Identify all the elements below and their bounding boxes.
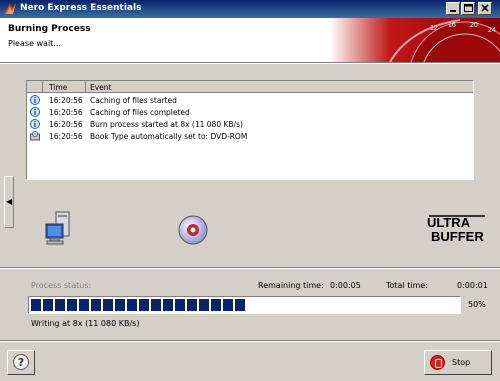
stop-button[interactable]: Stop xyxy=(424,350,492,375)
total-time-label: Total time: xyxy=(386,281,428,290)
progress-segment xyxy=(223,299,233,311)
ultrabuffer-logo-icon: ULTRA BUFFER xyxy=(427,215,485,243)
status-divider xyxy=(0,267,500,269)
process-status-label: Process status: xyxy=(31,281,92,290)
computer-icon xyxy=(45,211,70,245)
stop-icon xyxy=(430,355,445,370)
svg-text:20: 20 xyxy=(470,22,478,29)
minimize-button[interactable] xyxy=(446,2,460,15)
log-event: Burn process started at 8x (11 080 KB/s) xyxy=(90,120,243,129)
log-time: 16:20:56 xyxy=(49,96,83,105)
progress-segment xyxy=(235,299,245,311)
title-bar: Nero Express Essentials xyxy=(0,0,500,18)
column-divider xyxy=(85,81,86,92)
progress-segment xyxy=(91,299,101,311)
info-icon xyxy=(30,95,40,105)
svg-text:BUFFER: BUFFER xyxy=(431,229,484,243)
remaining-time-value: 0:00:05 xyxy=(330,281,361,290)
progress-segment xyxy=(175,299,185,311)
maximize-icon xyxy=(464,4,473,12)
window-title: Nero Express Essentials xyxy=(20,3,142,13)
header-panel: Burning Process Please wait... 12 16 20 … xyxy=(0,18,500,62)
progress-segment xyxy=(67,299,77,311)
progress-percent: 50% xyxy=(468,300,486,309)
progress-segment xyxy=(55,299,65,311)
page-subtitle: Please wait... xyxy=(8,39,61,48)
speedometer-banner-icon: 12 16 20 24 xyxy=(330,18,500,62)
log-row[interactable]: 16:20:56 Burn process started at 8x (11 … xyxy=(27,118,473,130)
close-icon xyxy=(481,4,489,12)
remaining-time-label: Remaining time: xyxy=(258,281,324,290)
progress-segment xyxy=(79,299,89,311)
progress-segment xyxy=(187,299,197,311)
log-icon-column-header[interactable] xyxy=(27,81,43,92)
log-time: 16:20:56 xyxy=(49,120,83,129)
footer-divider xyxy=(0,340,500,342)
progress-fill xyxy=(31,299,245,311)
log-event: Book Type automatically set to: DVD-ROM xyxy=(90,132,248,141)
progress-segment xyxy=(43,299,53,311)
progress-segment xyxy=(199,299,209,311)
log-time: 16:20:56 xyxy=(49,132,83,141)
maximize-button[interactable] xyxy=(461,2,475,15)
log-event: Caching of files completed xyxy=(90,108,190,117)
disc-drive-icon xyxy=(30,131,40,141)
progress-segment xyxy=(127,299,137,311)
progress-segment xyxy=(211,299,221,311)
writing-speed-text: Writing at 8x (11 080 KB/s) xyxy=(31,319,140,328)
collapse-panel-tab[interactable]: ◀ xyxy=(4,176,14,228)
event-log-list[interactable]: Time Event 16:20:56 Caching of files sta… xyxy=(26,80,474,180)
header-divider xyxy=(0,62,500,64)
info-icon xyxy=(30,119,40,129)
progress-segment xyxy=(139,299,149,311)
stop-button-label: Stop xyxy=(452,358,471,367)
event-column-header[interactable]: Event xyxy=(90,83,112,92)
progress-bar xyxy=(28,296,461,314)
log-time: 16:20:56 xyxy=(49,108,83,117)
total-time-value: 0:00:01 xyxy=(457,281,488,290)
log-row[interactable]: 16:20:56 Caching of files started xyxy=(27,94,473,106)
progress-segment xyxy=(115,299,125,311)
info-icon xyxy=(30,107,40,117)
log-row[interactable]: 16:20:56 Book Type automatically set to:… xyxy=(27,130,473,142)
nero-logo-icon xyxy=(4,3,16,14)
svg-text:ULTRA: ULTRA xyxy=(427,215,471,230)
cd-disc-icon xyxy=(178,215,208,245)
help-icon: ? xyxy=(13,354,29,370)
log-row[interactable]: 16:20:56 Caching of files completed xyxy=(27,106,473,118)
help-button[interactable]: ? xyxy=(7,350,35,375)
log-event: Caching of files started xyxy=(90,96,177,105)
time-column-header[interactable]: Time xyxy=(49,83,67,92)
progress-segment xyxy=(163,299,173,311)
close-button[interactable] xyxy=(478,2,492,15)
minimize-icon xyxy=(450,10,456,12)
progress-segment xyxy=(31,299,41,311)
svg-text:24: 24 xyxy=(488,27,496,34)
arrow-left-icon: ◀ xyxy=(6,197,13,206)
progress-segment xyxy=(151,299,161,311)
progress-segment xyxy=(103,299,113,311)
page-title: Burning Process xyxy=(8,24,91,34)
log-header: Time Event xyxy=(27,81,473,93)
